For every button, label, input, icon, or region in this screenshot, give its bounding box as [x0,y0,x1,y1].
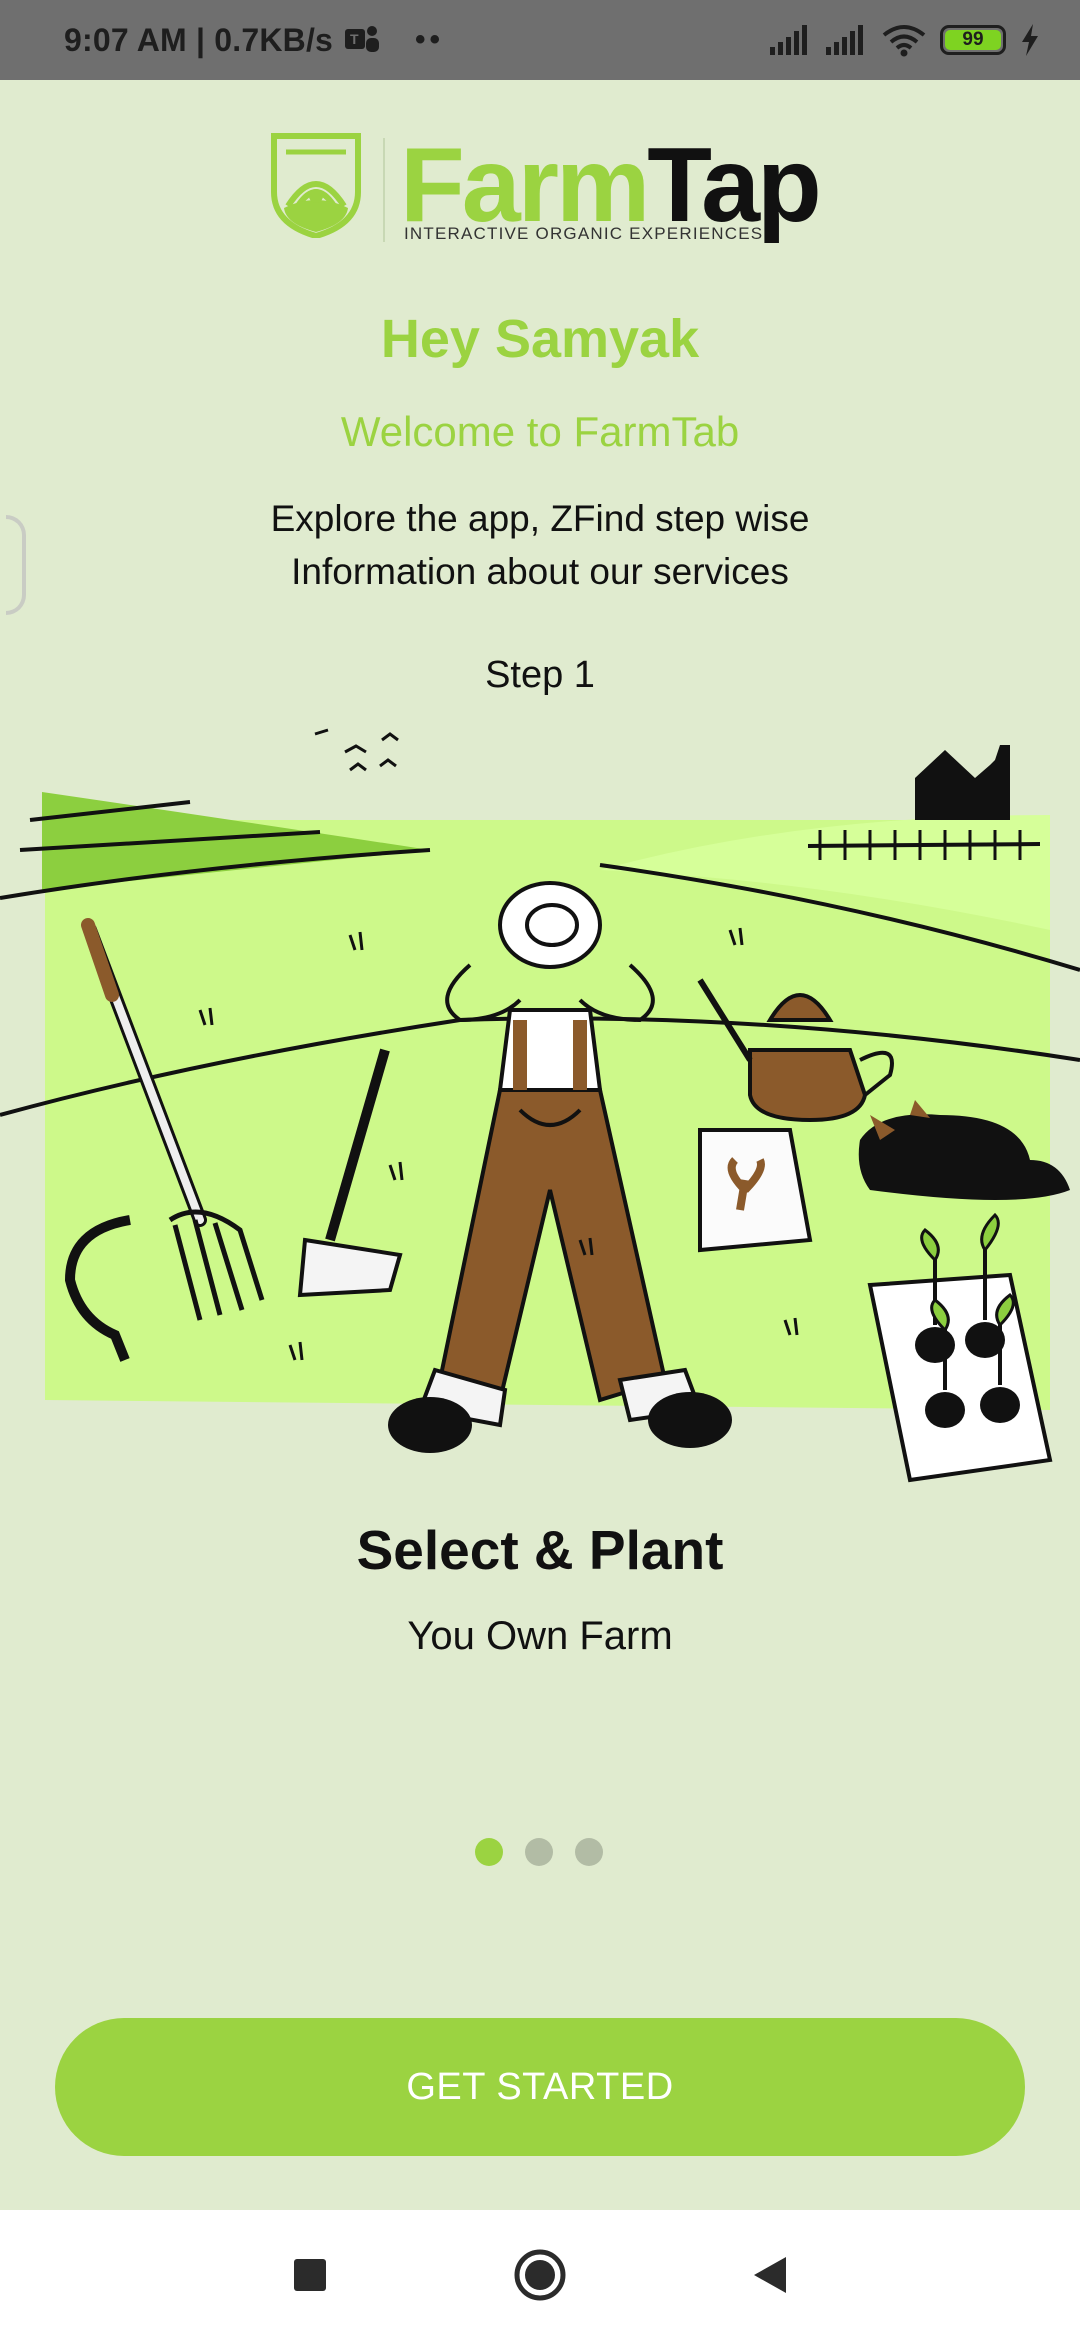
farmtap-logo: FarmTap INTERACTIVE ORGANIC EXPERIENCES [270,132,822,243]
signal-icon [770,25,807,55]
circle-icon [514,2249,566,2301]
wifi-icon [882,25,926,57]
home-button[interactable] [510,2245,570,2305]
step-label: Step 1 [485,654,595,696]
logo-wordmark: FarmTap [400,132,822,238]
get-started-button[interactable]: GET STARTED [55,2018,1025,2156]
status-right: 99 [770,23,1040,57]
welcome-text: Welcome to FarmTab [340,408,740,455]
shield-logo-icon [271,133,361,238]
farmer-illustration [0,728,1080,1483]
svg-text:T: T [350,31,359,47]
signal-icon-2 [826,25,863,55]
intro-text: Explore the app, ZFind step wise Informa… [0,492,1080,598]
page-dot-1[interactable] [475,1838,503,1866]
intro-line-2: Information about our services [291,551,789,592]
battery-level: 99 [945,29,1001,50]
intro-line-1: Explore the app, ZFind step wise [270,498,810,539]
status-left: 9:07 AM | 0.7KB/s T •• [64,22,444,59]
status-more-dots: •• [415,23,445,56]
slide-title: Select & Plant [356,1519,724,1581]
back-button[interactable] [740,2245,800,2305]
logo-text: FarmTap [400,132,822,238]
logo-tagline: INTERACTIVE ORGANIC EXPERIENCES [404,224,764,243]
triangle-back-icon [754,2257,786,2293]
page-dot-2[interactable] [525,1838,553,1866]
charging-icon [1022,24,1038,56]
slide-subtitle: You Own Farm [407,1614,673,1658]
square-icon [294,2259,326,2291]
recents-button[interactable] [280,2245,340,2305]
status-bar: 9:07 AM | 0.7KB/s T •• 99 [0,0,1080,80]
logo-divider [383,138,385,242]
teams-icon: T [345,26,380,52]
battery-icon: 99 [940,25,1006,55]
system-nav-bar [0,2210,1080,2340]
greeting-heading: Hey Samyak [380,309,700,369]
page-dot-3[interactable] [575,1838,603,1866]
page-indicator [475,1838,603,1866]
status-time-speed: 9:07 AM | 0.7KB/s [64,21,334,58]
